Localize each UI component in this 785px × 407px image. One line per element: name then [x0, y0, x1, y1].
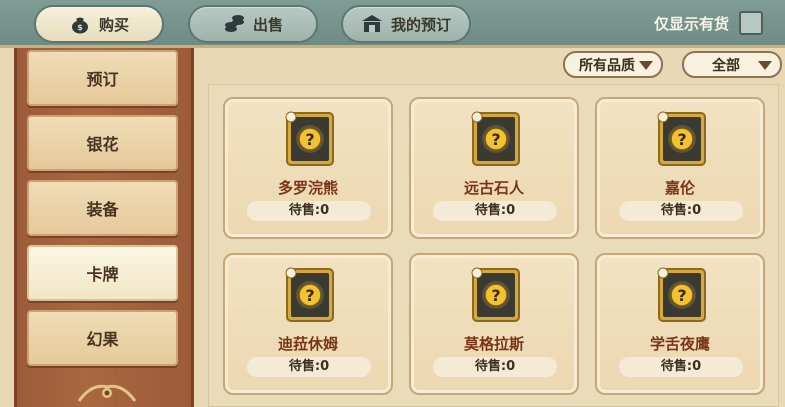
card-status: 待售:0	[433, 357, 557, 377]
sidebar-item-label: 银花	[86, 135, 119, 154]
svg-text:?: ?	[677, 130, 686, 149]
mystery-card-icon: ?	[657, 111, 706, 166]
svg-text:?: ?	[491, 130, 500, 149]
tab-my-orders-label: 我的预订	[390, 15, 451, 34]
card-status: 待售:0	[433, 201, 557, 221]
sidebar-item-label: 幻果	[86, 330, 119, 349]
item-card[interactable]: ? 学舌夜鹰 待售:0	[595, 253, 765, 395]
scope-filter-dropdown[interactable]: 全部	[682, 51, 782, 78]
svg-text:?: ?	[305, 130, 314, 149]
card-name: 迪菈休姆	[277, 335, 338, 353]
card-image: ?	[657, 111, 707, 167]
in-stock-filter: 仅显示有货	[654, 10, 763, 36]
mystery-card-icon: ?	[471, 111, 520, 166]
card-image: ?	[471, 267, 521, 323]
tab-buy[interactable]: $ 购买	[34, 5, 164, 43]
card-name: 多罗浣熊	[277, 179, 338, 197]
card-status: 待售:0	[619, 201, 743, 221]
tab-sell-label: 出售	[252, 15, 283, 34]
svg-text:?: ?	[677, 286, 686, 305]
quality-filter-label: 所有品质	[579, 57, 635, 74]
sidebar-item-equipment[interactable]: 装备	[27, 180, 178, 236]
card-name: 学舌夜鹰	[649, 335, 710, 353]
chevron-down-icon	[758, 61, 772, 70]
card-name: 远古石人	[463, 179, 524, 197]
card-status: 待售:0	[247, 357, 371, 377]
item-card[interactable]: ? 多罗浣熊 待售:0	[223, 97, 393, 239]
item-card[interactable]: ? 嘉伦 待售:0	[595, 97, 765, 239]
chevron-down-icon	[639, 61, 653, 70]
sidebar-item-label: 卡牌	[86, 265, 119, 284]
quality-filter-dropdown[interactable]: 所有品质	[563, 51, 663, 78]
mystery-card-icon: ?	[285, 267, 334, 322]
mystery-card-icon: ?	[471, 267, 520, 322]
card-status: 待售:0	[619, 357, 743, 377]
in-stock-label: 仅显示有货	[653, 14, 729, 33]
top-nav-bar: $ 购买 出售 我的预订 仅显示有货	[0, 0, 785, 48]
svg-text:$: $	[77, 23, 83, 32]
item-card[interactable]: ? 远古石人 待售:0	[409, 97, 579, 239]
svg-text:?: ?	[491, 286, 500, 305]
scope-filter-label: 全部	[712, 57, 740, 74]
card-image: ?	[285, 267, 335, 323]
coins-icon	[224, 15, 244, 32]
sidebar-item-fantasy-fruit[interactable]: 幻果	[27, 310, 178, 366]
sidebar-item-label: 装备	[86, 200, 119, 219]
card-image: ?	[285, 111, 335, 167]
sidebar-item-reserve[interactable]: 预订	[27, 50, 178, 106]
tab-my-orders[interactable]: 我的预订	[341, 5, 471, 43]
sidebar-item-label: 预订	[86, 70, 119, 89]
card-image: ?	[471, 111, 521, 167]
card-name: 莫格拉斯	[463, 335, 524, 353]
tab-sell[interactable]: 出售	[188, 5, 318, 43]
card-status: 待售:0	[247, 201, 371, 221]
item-card[interactable]: ? 迪菈休姆 待售:0	[223, 253, 393, 395]
card-name: 嘉伦	[664, 179, 695, 197]
category-sidebar: 预订 银花 装备 卡牌 幻果	[14, 48, 194, 407]
tab-buy-label: 购买	[98, 15, 129, 34]
sidebar-item-cards[interactable]: 卡牌	[27, 245, 178, 301]
mystery-card-icon: ?	[285, 111, 334, 166]
sidebar-ornament-icon	[77, 384, 137, 402]
mystery-card-icon: ?	[657, 267, 706, 322]
card-grid-panel: ? 多罗浣熊 待售:0 ? 远古石人 待售:0 ? 嘉伦 待售:0 ? 迪菈休姆…	[208, 84, 779, 407]
in-stock-checkbox[interactable]	[739, 11, 763, 35]
shop-icon	[361, 15, 382, 32]
card-image: ?	[657, 267, 707, 323]
sidebar-item-silverflower[interactable]: 银花	[27, 115, 178, 171]
svg-text:?: ?	[305, 286, 314, 305]
item-card[interactable]: ? 莫格拉斯 待售:0	[409, 253, 579, 395]
money-bag-icon: $	[71, 17, 88, 34]
